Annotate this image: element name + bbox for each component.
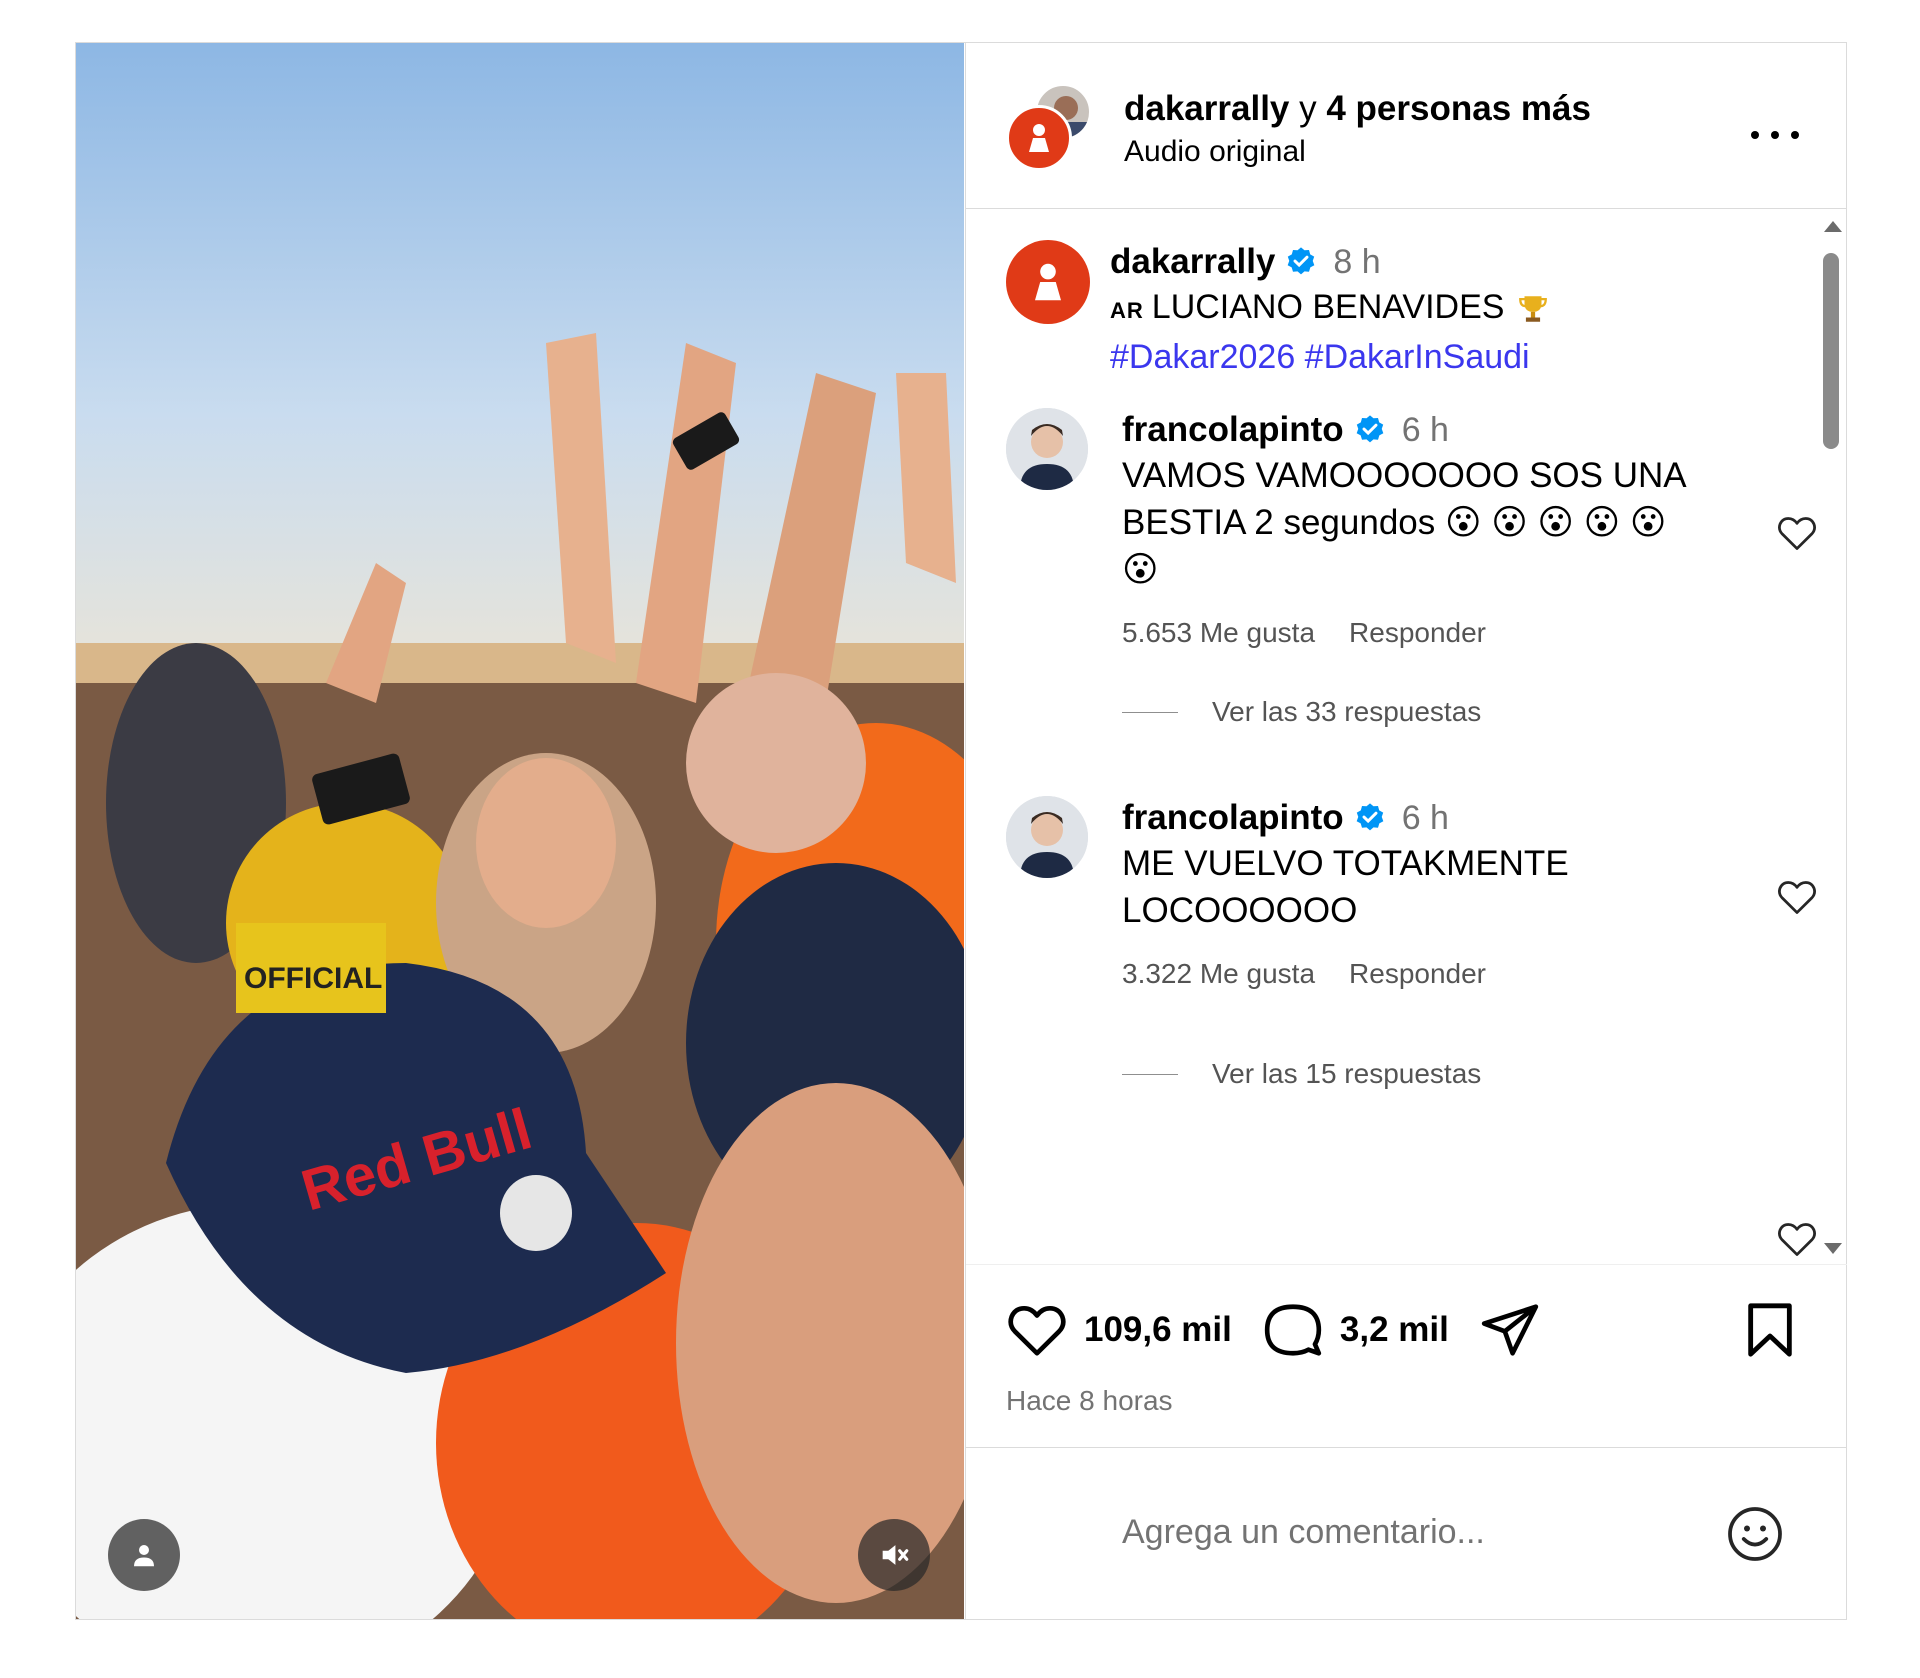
header-username[interactable]: dakarrally [1124, 89, 1289, 128]
comment-body: francolapinto 6 h VAMOS VAMOOOOOOO SOS U… [1122, 408, 1702, 649]
comment-username[interactable]: francolapinto [1122, 796, 1344, 840]
post-actions: 109,6 mil 3,2 mil Hace 8 horas [966, 1264, 1847, 1446]
caption-body: dakarrally 8 h AR LUCIANO BENAVIDES #Dak… [1110, 240, 1750, 380]
heart-icon[interactable] [1776, 878, 1818, 916]
comment-icon[interactable] [1262, 1299, 1324, 1361]
comment-username[interactable]: francolapinto [1122, 408, 1344, 452]
user-icon [134, 1545, 154, 1567]
header-connector: y [1289, 89, 1327, 128]
comment-time[interactable]: 6 h [1402, 796, 1449, 840]
tagged-users-button[interactable] [108, 1519, 180, 1591]
more-icon [1751, 131, 1759, 139]
comment-composer [966, 1447, 1847, 1619]
comments-scroll-area[interactable]: dakarrally 8 h AR LUCIANO BENAVIDES #Dak… [966, 210, 1847, 1264]
badge-text: OFFICIAL [244, 962, 382, 995]
post-header: dakarrally y 4 personas más Audio origin… [966, 43, 1847, 209]
caption-time[interactable]: 8 h [1333, 240, 1380, 284]
comment-count[interactable]: 3,2 mil [1340, 1310, 1449, 1350]
emoji-icon[interactable] [1725, 1504, 1785, 1564]
caption-username[interactable]: dakarrally [1110, 240, 1275, 284]
scroll-thumb[interactable] [1823, 253, 1839, 449]
like-count[interactable]: 109,6 mil [1084, 1310, 1232, 1350]
trophy-icon [1519, 296, 1548, 322]
comment-meta: 5.653 Me gusta Responder [1122, 617, 1702, 649]
scroll-up-arrow[interactable] [1824, 221, 1842, 232]
avatar-stack[interactable] [1006, 83, 1102, 179]
flag-ar: AR [1110, 298, 1144, 323]
reply-button[interactable]: Responder [1349, 617, 1486, 649]
action-row: 109,6 mil 3,2 mil [1006, 1299, 1541, 1361]
replies-divider [1122, 711, 1178, 713]
celebration-video-frame: Red Bull OFFICIAL [76, 43, 964, 1619]
comment-user-row: francolapinto 6 h [1122, 408, 1702, 452]
comment-likes[interactable]: 5.653 Me gusta [1122, 617, 1315, 649]
caption-avatar[interactable] [1006, 240, 1090, 324]
mute-button[interactable] [858, 1519, 930, 1591]
heart-icon[interactable] [1006, 1299, 1068, 1361]
header-others[interactable]: 4 personas más [1326, 89, 1591, 128]
comment-text: ME VUELVO TOTAKMENTE LOCOOOOOO [1122, 844, 1569, 930]
scrollbar[interactable] [1816, 215, 1846, 1265]
bookmark-icon[interactable] [1745, 1301, 1795, 1359]
verified-icon [1356, 803, 1384, 831]
post-video[interactable]: Red Bull OFFICIAL [76, 43, 964, 1619]
dakar-logo-icon [1029, 124, 1049, 152]
comment-meta: 3.322 Me gusta Responder [1122, 958, 1702, 990]
caption-text: LUCIANO BENAVIDES [1151, 288, 1505, 326]
mute-icon [882, 1545, 909, 1565]
share-icon[interactable] [1479, 1299, 1541, 1361]
verified-icon [1288, 247, 1315, 275]
audio-label[interactable]: Audio original [1124, 131, 1591, 173]
caption-hashtags[interactable]: #Dakar2026 #DakarInSaudi [1110, 334, 1750, 380]
commenter-avatar[interactable] [1006, 796, 1088, 878]
comment-likes[interactable]: 3.322 Me gusta [1122, 958, 1315, 990]
comment-body: francolapinto 6 h ME VUELVO TOTAKMENTE L… [1122, 796, 1702, 990]
post-card: Red Bull OFFICIAL dakarrally y 4 persona… [75, 42, 1847, 1620]
comment-input[interactable] [1122, 1502, 1682, 1562]
view-replies[interactable]: Ver las 33 respuestas [1122, 696, 1481, 728]
post-side-panel: dakarrally y 4 personas más Audio origin… [965, 43, 1847, 1619]
reply-button[interactable]: Responder [1349, 958, 1486, 990]
scroll-down-arrow[interactable] [1824, 1243, 1842, 1254]
comment-item: francolapinto 6 h VAMOS VAMOOOOOOO SOS U… [1006, 408, 1816, 748]
caption-text-row: AR LUCIANO BENAVIDES [1110, 284, 1750, 334]
view-replies-label[interactable]: Ver las 33 respuestas [1212, 696, 1481, 728]
header-text: dakarrally y 4 personas más Audio origin… [1124, 87, 1591, 173]
more-options-button[interactable] [1751, 123, 1799, 147]
dakar-logo-icon [1035, 263, 1061, 301]
post-timestamp[interactable]: Hace 8 horas [1006, 1385, 1173, 1417]
commenter-avatar[interactable] [1006, 408, 1088, 490]
comment-time[interactable]: 6 h [1402, 408, 1449, 452]
comment-item: francolapinto 6 h ME VUELVO TOTAKMENTE L… [1006, 796, 1816, 1096]
comment-text: VAMOS VAMOOOOOOO SOS UNA BESTIA 2 segund… [1122, 456, 1685, 589]
caption-user-row: dakarrally 8 h [1110, 240, 1750, 284]
header-authors[interactable]: dakarrally y 4 personas más [1124, 87, 1591, 131]
view-replies[interactable]: Ver las 15 respuestas [1122, 1058, 1481, 1090]
verified-icon [1356, 415, 1384, 443]
heart-icon[interactable] [1776, 1220, 1818, 1258]
view-replies-label[interactable]: Ver las 15 respuestas [1212, 1058, 1481, 1090]
heart-icon[interactable] [1776, 514, 1818, 552]
comment-user-row: francolapinto 6 h [1122, 796, 1702, 840]
replies-divider [1122, 1073, 1178, 1075]
dakar-avatar [1006, 105, 1072, 171]
